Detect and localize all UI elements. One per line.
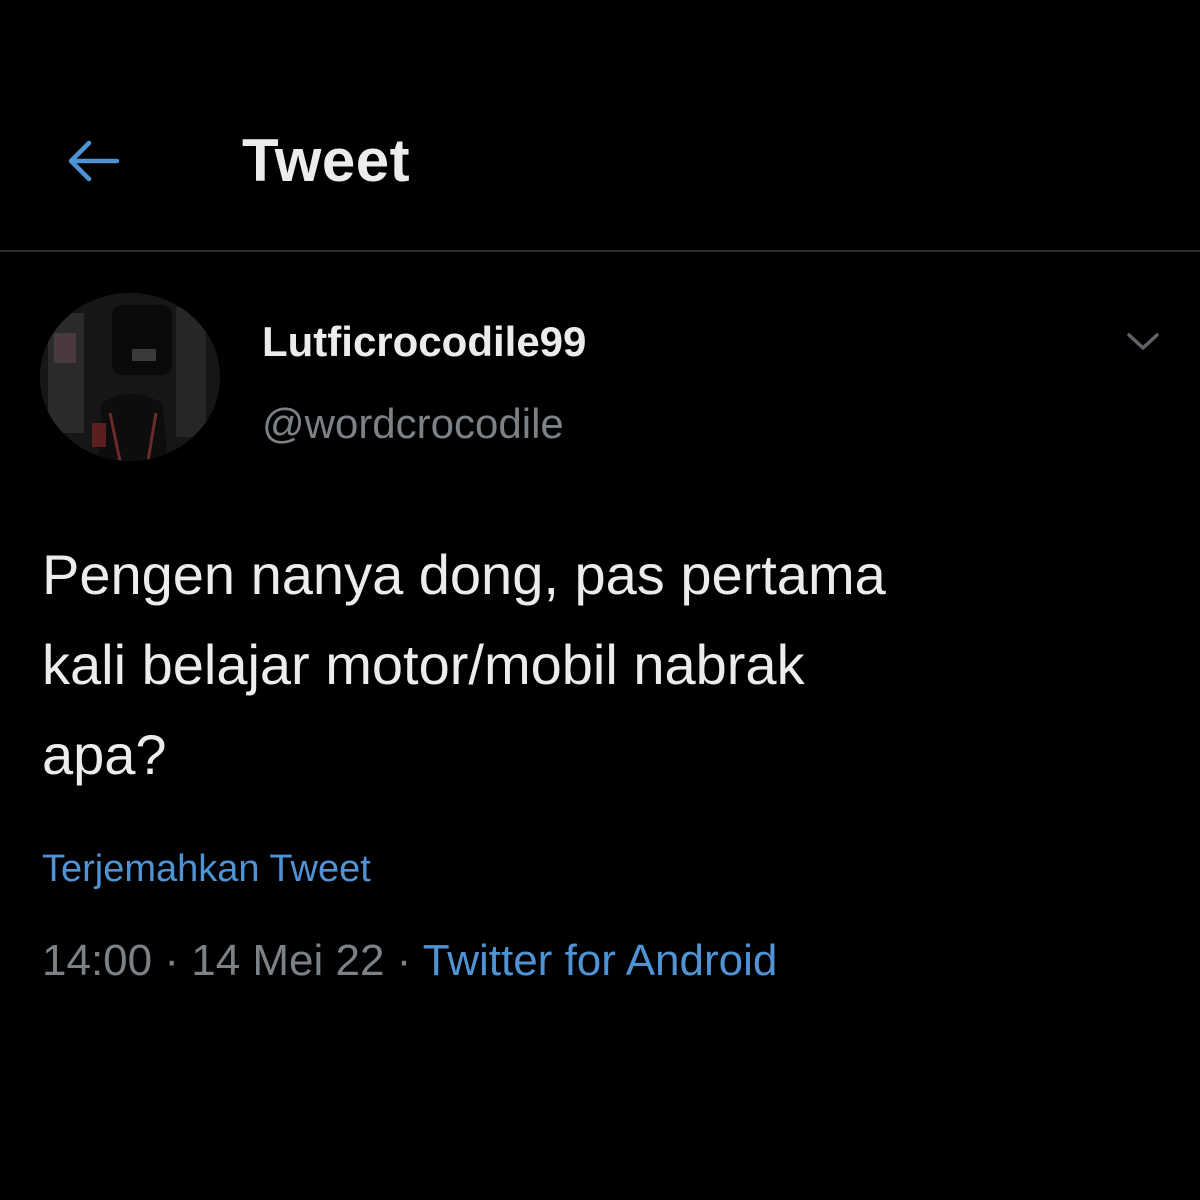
more-options-button[interactable] (1120, 322, 1166, 362)
arrow-left-icon (68, 140, 120, 182)
tweet-time: 14:00 (42, 936, 153, 985)
avatar[interactable] (40, 293, 220, 461)
translate-tweet-link[interactable]: Terjemahkan Tweet (42, 848, 371, 891)
top-app-bar: Tweet (0, 0, 1200, 252)
back-button[interactable] (58, 128, 128, 194)
avatar-image (40, 293, 220, 461)
chevron-down-icon (1127, 333, 1159, 350)
meta-separator: · (152, 936, 192, 985)
tweet-date: 14 Mei 22 (191, 936, 385, 985)
meta-separator: · (384, 936, 423, 985)
tweet-detail-screen: Tweet Lutficrocodile99 @wordcrocodile Pe… (0, 0, 1200, 1200)
tweet-source-link[interactable]: Twitter for Android (423, 936, 778, 985)
page-title: Tweet (242, 127, 411, 194)
tweet-text: Pengen nanya dong, pas pertama kali bela… (42, 543, 886, 786)
author-display-name[interactable]: Lutficrocodile99 (262, 318, 586, 366)
author-handle[interactable]: @wordcrocodile (262, 400, 564, 448)
tweet-meta: 14:00 · 14 Mei 22 · Twitter for Android (42, 936, 777, 986)
